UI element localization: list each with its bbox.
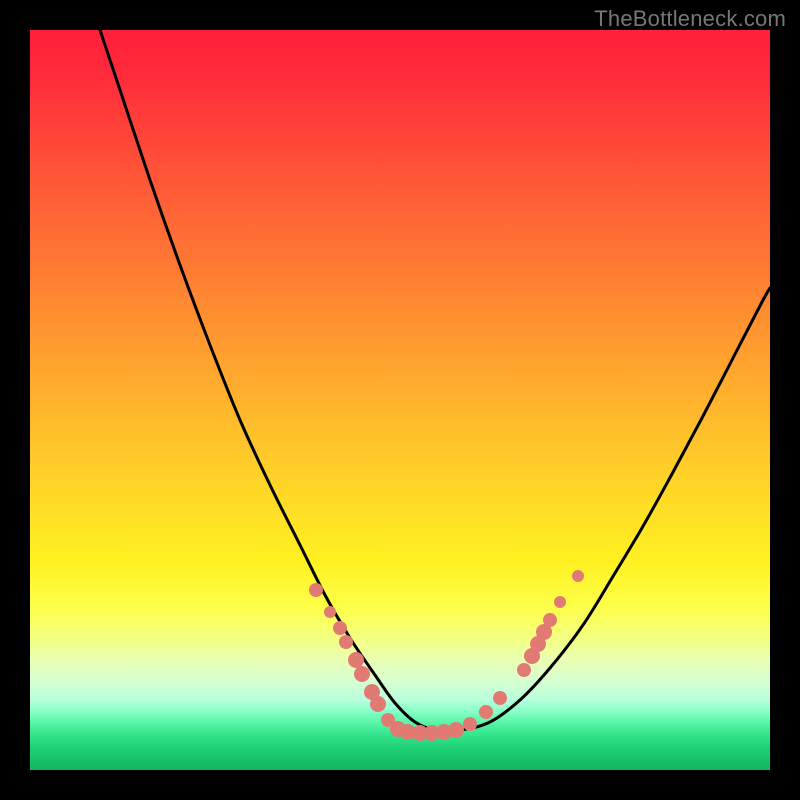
data-point (572, 570, 584, 582)
data-point (370, 696, 386, 712)
data-markers (309, 570, 584, 741)
data-point (309, 583, 323, 597)
data-point (354, 666, 370, 682)
data-point (493, 691, 507, 705)
data-point (339, 635, 353, 649)
curve-layer (30, 30, 770, 770)
data-point (479, 705, 493, 719)
data-point (348, 652, 364, 668)
data-point (333, 621, 347, 635)
data-point (554, 596, 566, 608)
data-point (324, 606, 336, 618)
bottleneck-curve (90, 30, 770, 731)
watermark-text: TheBottleneck.com (594, 6, 786, 32)
data-point (463, 717, 477, 731)
data-point (517, 663, 531, 677)
plot-area (30, 30, 770, 770)
chart-stage: TheBottleneck.com (0, 0, 800, 800)
data-point (448, 722, 464, 738)
data-point (543, 613, 557, 627)
